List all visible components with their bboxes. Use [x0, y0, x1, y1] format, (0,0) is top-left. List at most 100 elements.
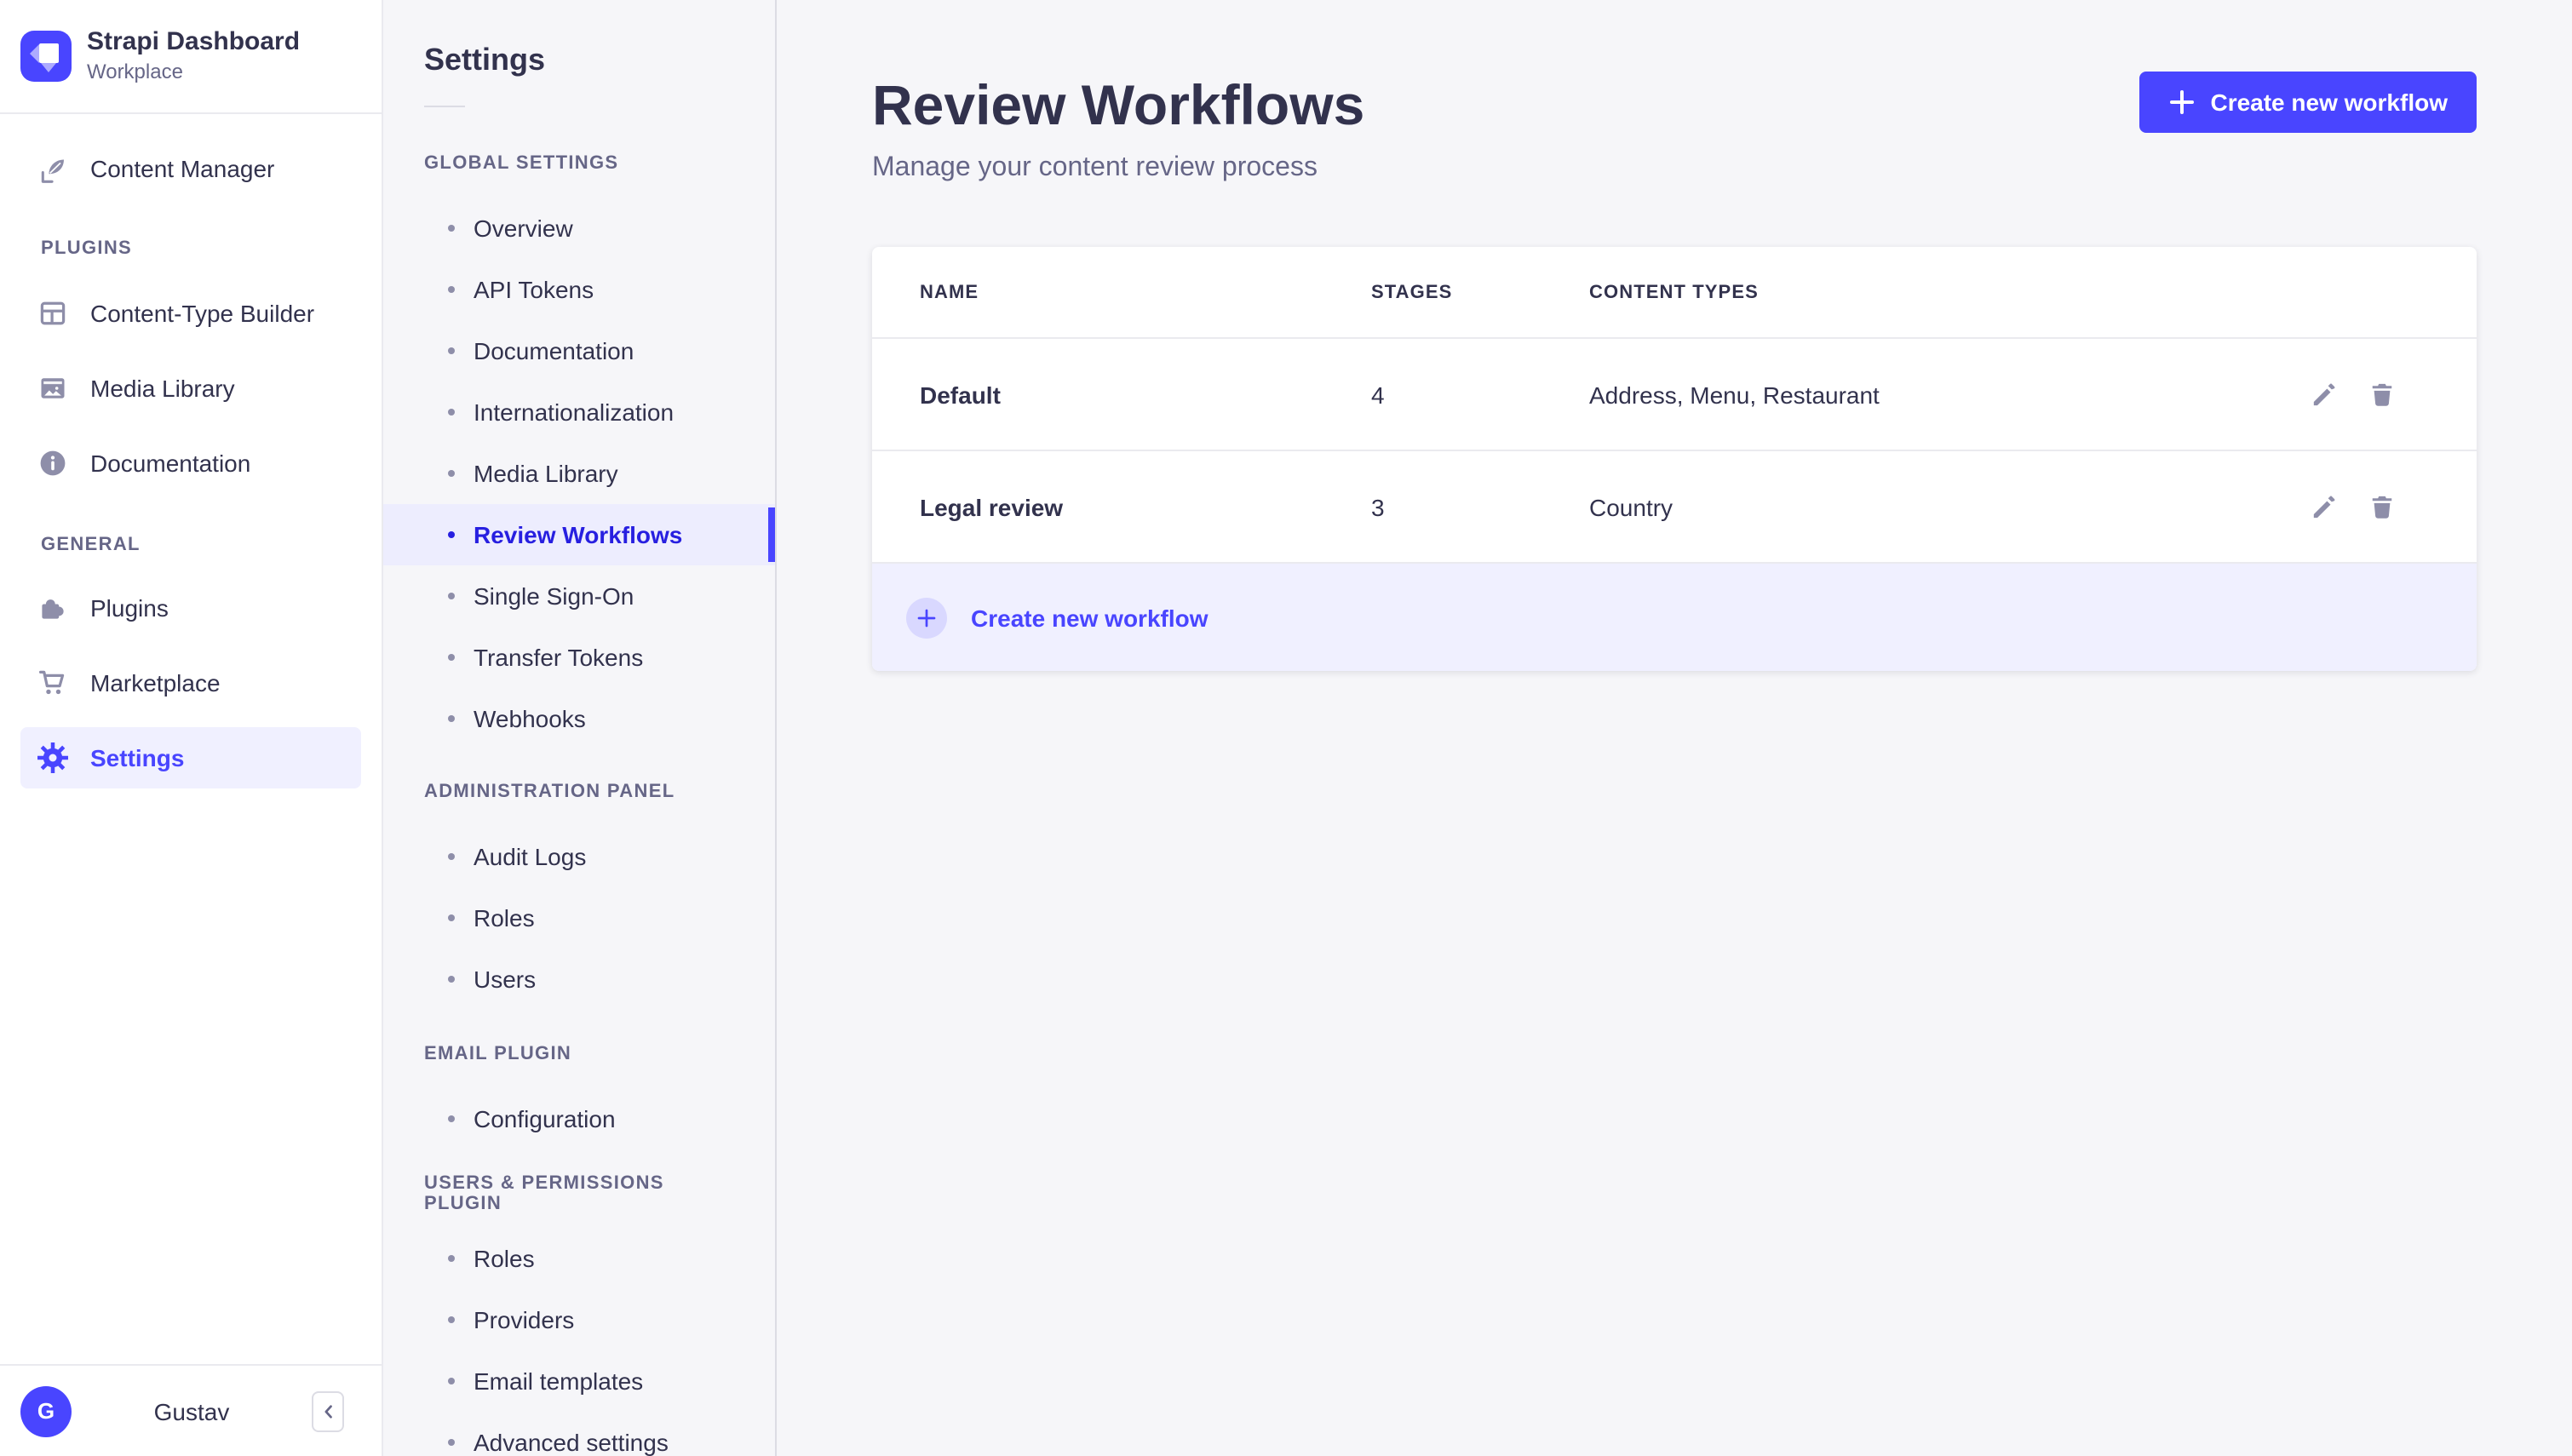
sidebar-item-documentation[interactable]: Documentation: [20, 433, 361, 494]
pencil-icon: [2311, 381, 2336, 407]
collapse-sidebar-button[interactable]: [312, 1390, 344, 1431]
subnav-item-advanced-settings[interactable]: Advanced settings: [383, 1412, 775, 1456]
delete-workflow-button[interactable]: [2368, 381, 2395, 408]
page-header: Review Workflows Manage your content rev…: [872, 72, 2477, 187]
bullet-dot: [448, 286, 455, 293]
sidebar-item-label: Media Library: [90, 375, 235, 402]
subnav-item-users[interactable]: Users: [383, 949, 775, 1010]
bullet-dot: [448, 1316, 455, 1323]
table-row-legal-review[interactable]: Legal review 3 Country: [872, 451, 2477, 564]
footer-create-workflow-label: Create new workflow: [971, 604, 1208, 631]
table-row-default[interactable]: Default 4 Address, Menu, Restaurant: [872, 339, 2477, 451]
sidebar-item-content-manager[interactable]: Content Manager: [20, 138, 361, 199]
sidebar-nav: Content Manager PLUGINS Content-Type Bui…: [0, 114, 382, 788]
bullet-dot: [448, 715, 455, 722]
cart-icon: [37, 668, 68, 698]
subnav-title: Settings: [424, 43, 546, 77]
workflow-stages: 3: [1371, 493, 1385, 520]
bullet-dot: [448, 593, 455, 599]
bullet-dot: [448, 914, 455, 921]
bullet-dot: [448, 1255, 455, 1262]
sidebar-item-marketplace[interactable]: Marketplace: [20, 652, 361, 714]
sidebar-item-plugins[interactable]: Plugins: [20, 577, 361, 639]
table-footer-create-workflow[interactable]: Create new workflow: [872, 564, 2477, 671]
workflow-stages: 4: [1371, 381, 1385, 408]
chevron-left-icon: [319, 1402, 336, 1419]
subnav-item-roles-admin[interactable]: Roles: [383, 887, 775, 949]
gear-icon: [37, 742, 68, 773]
page-subtitle: Manage your content review process: [872, 153, 1318, 182]
feather-icon: [37, 153, 68, 184]
workflows-table: NAME STAGES CONTENT TYPES Default 4 Addr…: [872, 247, 2477, 671]
subnav-item-media-library[interactable]: Media Library: [383, 443, 775, 504]
subnav-item-single-sign-on[interactable]: Single Sign-On: [383, 565, 775, 627]
user-avatar[interactable]: G: [20, 1385, 72, 1436]
bullet-dot: [448, 1115, 455, 1122]
column-header-name: NAME: [920, 282, 979, 302]
user-name[interactable]: Gustav: [72, 1397, 312, 1424]
sidebar-item-label: Content-Type Builder: [90, 300, 315, 327]
puzzle-icon: [37, 593, 68, 623]
subnav-item-roles-up[interactable]: Roles: [383, 1228, 775, 1289]
workflow-name: Default: [920, 381, 1001, 408]
subnav-section-global-settings: GLOBAL SETTINGS: [424, 153, 619, 174]
column-header-stages: STAGES: [1371, 282, 1453, 302]
main-sidebar: Strapi Dashboard Workplace Content Manag…: [0, 0, 383, 1456]
sidebar-section-general: GENERAL: [41, 535, 141, 555]
subnav-item-overview[interactable]: Overview: [383, 198, 775, 259]
workflow-name: Legal review: [920, 493, 1064, 520]
create-workflow-button[interactable]: Create new workflow: [2139, 72, 2477, 133]
settings-subnav: Settings GLOBAL SETTINGS Overview API To…: [383, 0, 777, 1456]
subnav-item-configuration[interactable]: Configuration: [383, 1088, 775, 1149]
page-title: Review Workflows: [872, 73, 1365, 136]
strapi-logo-icon: [20, 31, 72, 82]
subnav-item-webhooks[interactable]: Webhooks: [383, 688, 775, 749]
sidebar-item-content-type-builder[interactable]: Content-Type Builder: [20, 283, 361, 344]
trash-icon: [2368, 381, 2394, 407]
subnav-item-review-workflows[interactable]: Review Workflows: [383, 504, 775, 565]
plus-circle-icon: [906, 597, 947, 638]
sidebar-item-label: Settings: [90, 744, 185, 771]
subnav-item-transfer-tokens[interactable]: Transfer Tokens: [383, 627, 775, 688]
bullet-dot: [448, 531, 455, 538]
subnav-divider: [424, 106, 465, 107]
pencil-icon: [2311, 494, 2336, 519]
subnav-item-api-tokens[interactable]: API Tokens: [383, 259, 775, 320]
table-header-row: NAME STAGES CONTENT TYPES: [872, 247, 2477, 339]
column-header-content-types: CONTENT TYPES: [1589, 282, 1759, 302]
sidebar-item-label: Content Manager: [90, 155, 275, 182]
image-icon: [37, 373, 68, 404]
bullet-dot: [448, 1439, 455, 1446]
sidebar-item-label: Marketplace: [90, 669, 221, 696]
workflow-content-types: Country: [1589, 493, 1674, 520]
subnav-item-providers[interactable]: Providers: [383, 1289, 775, 1350]
subnav-item-audit-logs[interactable]: Audit Logs: [383, 826, 775, 887]
workspace-brand[interactable]: Strapi Dashboard Workplace: [0, 0, 382, 114]
sidebar-item-settings[interactable]: Settings: [20, 727, 361, 788]
sidebar-item-label: Plugins: [90, 594, 169, 622]
sidebar-footer: G Gustav: [0, 1364, 382, 1456]
bullet-dot: [448, 347, 455, 354]
sidebar-item-label: Documentation: [90, 450, 251, 477]
sidebar-section-plugins: PLUGINS: [41, 238, 133, 259]
delete-workflow-button[interactable]: [2368, 493, 2395, 520]
subnav-item-internationalization[interactable]: Internationalization: [383, 381, 775, 443]
plus-icon: [2167, 89, 2195, 116]
bullet-dot: [448, 409, 455, 416]
workspace-title: Strapi Dashboard: [87, 27, 301, 56]
subnav-item-documentation[interactable]: Documentation: [383, 320, 775, 381]
subnav-section-email-plugin: EMAIL PLUGIN: [424, 1044, 572, 1064]
edit-workflow-button[interactable]: [2310, 493, 2337, 520]
app-window: Strapi Dashboard Workplace Content Manag…: [0, 0, 2572, 1456]
bullet-dot: [448, 225, 455, 232]
bullet-dot: [448, 853, 455, 860]
workspace-subtitle: Workplace: [87, 60, 183, 83]
bullet-dot: [448, 1378, 455, 1384]
subnav-item-email-templates[interactable]: Email templates: [383, 1350, 775, 1412]
trash-icon: [2368, 494, 2394, 519]
sidebar-item-media-library[interactable]: Media Library: [20, 358, 361, 419]
edit-workflow-button[interactable]: [2310, 381, 2337, 408]
workflow-content-types: Address, Menu, Restaurant: [1589, 381, 1880, 408]
bullet-dot: [448, 654, 455, 661]
layout-icon: [37, 298, 68, 329]
